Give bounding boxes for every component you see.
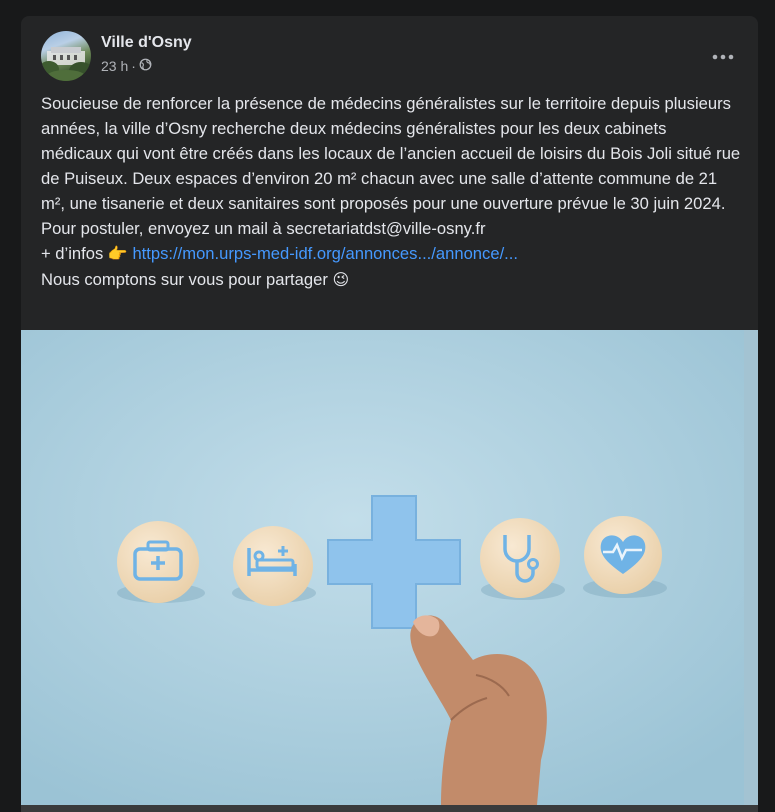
post-text: Soucieuse de renforcer la présence de mé…: [41, 91, 741, 293]
winking-face-emoji: 😉: [332, 272, 350, 289]
info-line: + d’infos 👉 https://mon.urps-med-idf.org…: [41, 241, 741, 267]
post-image[interactable]: [21, 330, 758, 805]
share-line: Nous comptons sur vous pour partager 😉: [41, 267, 741, 293]
pointing-hand-emoji: 👉: [107, 246, 128, 263]
heartbeat-icon: [584, 516, 662, 594]
share-text: Nous comptons sur vous pour partager: [41, 270, 328, 289]
page-name[interactable]: Ville d'Osny: [101, 34, 192, 52]
hospital-bed-icon: [233, 526, 313, 606]
avatar-image: [41, 47, 91, 81]
post-header: Ville d'Osny 23 h ·: [41, 31, 741, 81]
medical-kit-icon: [117, 521, 199, 603]
image-edge: [744, 330, 758, 805]
post-time[interactable]: 23 h: [101, 58, 128, 74]
page-avatar[interactable]: [41, 31, 91, 81]
info-prefix: + d’infos: [41, 244, 104, 263]
post-meta: 23 h ·: [101, 58, 152, 74]
medical-illustration: [21, 330, 758, 805]
more-options-icon: [712, 54, 734, 60]
post-footer-divider: [21, 805, 758, 812]
globe-icon: [139, 58, 152, 74]
more-options-button[interactable]: [705, 39, 741, 75]
stethoscope-icon: [480, 518, 560, 598]
post-card: Ville d'Osny 23 h · Soucieuse de renforc…: [21, 16, 758, 812]
info-link[interactable]: https://mon.urps-med-idf.org/annonces...…: [132, 244, 518, 263]
post-paragraph: Soucieuse de renforcer la présence de mé…: [41, 94, 741, 213]
apply-line: Pour postuler, envoyez un mail à secreta…: [41, 219, 486, 238]
meta-separator: ·: [131, 58, 136, 74]
